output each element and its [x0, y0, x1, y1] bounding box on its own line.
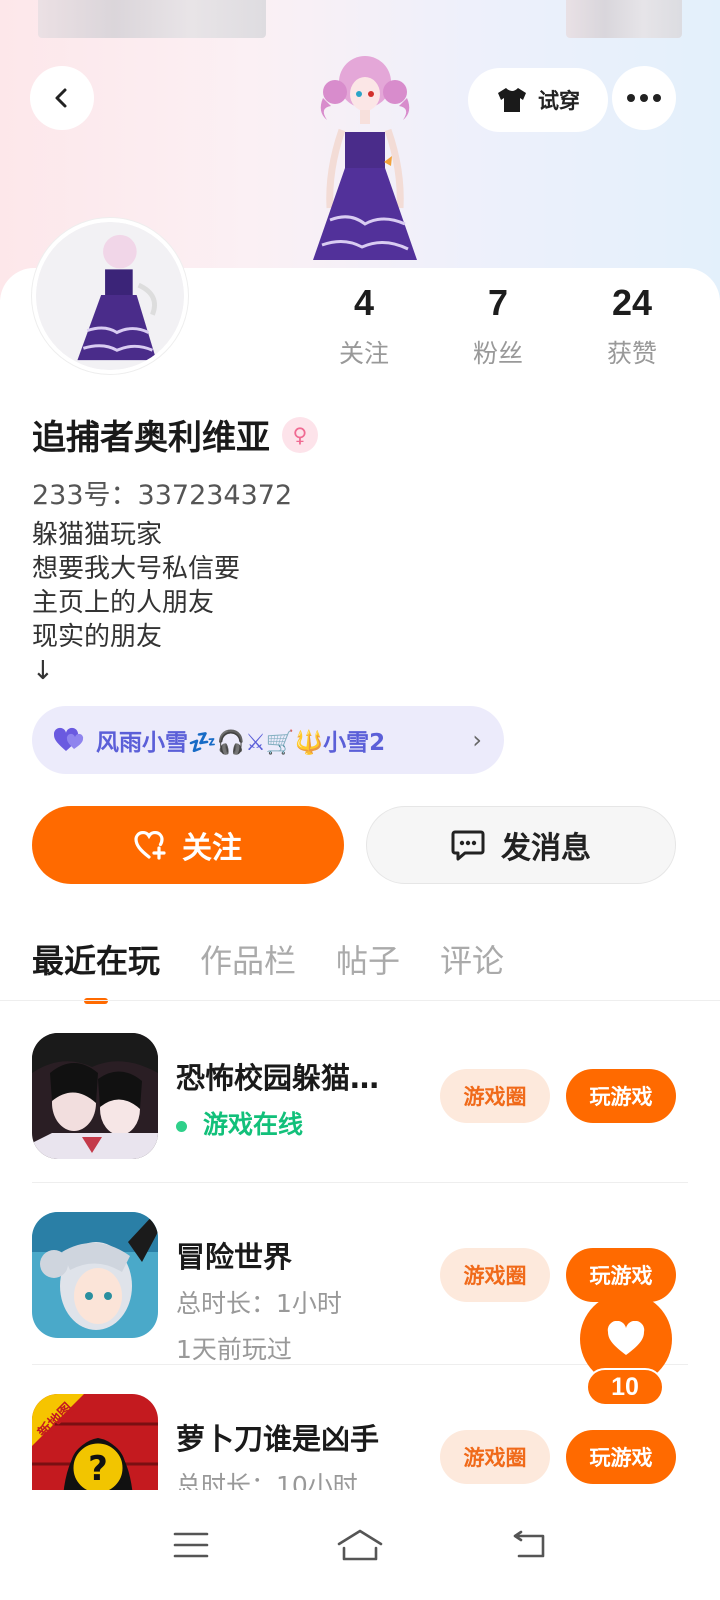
stat-likes[interactable]: 24 获赞 — [577, 282, 687, 370]
row-divider — [32, 1182, 688, 1183]
play-game-button[interactable]: 玩游戏 — [566, 1069, 676, 1123]
like-count: 10 — [586, 1368, 664, 1406]
stat-following-value: 4 — [353, 282, 375, 323]
message-label: 发消息 — [501, 831, 591, 866]
follow-button[interactable]: 关注 — [32, 806, 344, 884]
online-dot-icon — [176, 1120, 187, 1132]
chat-bubble-icon — [451, 830, 485, 861]
system-navbar — [0, 1490, 720, 1600]
stat-likes-value: 24 — [611, 282, 653, 323]
friend-tag-chip[interactable]: 风雨小雪💤🎧⚔🛒🔱小雪2 › — [32, 706, 504, 774]
bio-line: 现实的朋友 — [32, 622, 163, 652]
tab-works[interactable]: 作品栏 — [200, 936, 296, 982]
game-duration: 总时长：1小时 — [176, 1289, 342, 1318]
name-row: 追捕者奥利维亚 ♀ — [32, 410, 318, 459]
avatar-image — [36, 222, 184, 370]
stat-following[interactable]: 4 关注 — [309, 282, 419, 370]
tab-comments[interactable]: 评论 — [440, 936, 504, 982]
menu-icon[interactable] — [173, 1531, 209, 1559]
game-icon — [32, 1033, 158, 1159]
stat-followers-value: 7 — [487, 282, 509, 323]
friend-tag-label: 风雨小雪💤🎧⚔🛒🔱小雪2 — [96, 730, 386, 756]
chevron-left-icon — [55, 88, 67, 108]
game-circle-button[interactable]: 游戏圈 — [440, 1248, 550, 1302]
chevron-right-icon: › — [472, 726, 482, 754]
svg-text:?: ? — [88, 1449, 108, 1489]
stat-likes-label: 获赞 — [606, 339, 657, 368]
follow-label: 关注 — [182, 831, 242, 866]
double-heart-icon — [54, 727, 84, 751]
avatar[interactable] — [32, 218, 188, 374]
bio-line: 主页上的人朋友 — [32, 588, 215, 618]
game-item[interactable]: 恐怖校园躲猫… 游戏在线 游戏圈 玩游戏 — [32, 1033, 688, 1163]
game-title: 恐怖校园躲猫… — [176, 1061, 380, 1095]
try-on-label: 试穿 — [538, 89, 580, 113]
back-icon[interactable] — [511, 1530, 547, 1560]
stat-followers[interactable]: 7 粉丝 — [443, 282, 553, 370]
status-bar-left — [38, 0, 266, 38]
user-id: 233号：337234372 — [32, 480, 293, 511]
tab-recent-playing[interactable]: 最近在玩 — [32, 936, 160, 1004]
status-bar-right — [566, 0, 682, 38]
play-game-button[interactable]: 玩游戏 — [566, 1430, 676, 1484]
game-status: 游戏在线 — [176, 1105, 303, 1141]
game-circle-button[interactable]: 游戏圈 — [440, 1430, 550, 1484]
heart-plus-icon — [134, 830, 166, 860]
tab-divider — [0, 1000, 720, 1001]
more-dots-icon — [627, 94, 661, 102]
bio-line: 躲猫猫玩家 — [32, 520, 163, 550]
bio: 躲猫猫玩家 想要我大号私信要 主页上的人朋友 现实的朋友 ↓ — [32, 518, 240, 688]
try-on-button[interactable]: 试穿 — [468, 68, 608, 132]
heart-icon — [607, 1321, 645, 1355]
tshirt-icon — [498, 88, 526, 112]
game-title: 冒险世界 — [176, 1240, 293, 1274]
avatar-3d-figure[interactable] — [290, 50, 440, 268]
stat-followers-label: 粉丝 — [472, 339, 523, 368]
online-status-text: 游戏在线 — [203, 1110, 304, 1139]
game-last-played: 1天前玩过 — [176, 1335, 292, 1364]
profile-tabs: 最近在玩 作品栏 帖子 评论 — [32, 936, 504, 1004]
home-icon[interactable] — [336, 1528, 384, 1562]
more-button[interactable] — [612, 66, 676, 130]
bio-line: ↓ — [32, 656, 54, 686]
female-icon: ♀ — [282, 416, 318, 453]
message-button[interactable]: 发消息 — [366, 806, 676, 884]
tab-posts[interactable]: 帖子 — [336, 936, 400, 982]
username: 追捕者奥利维亚 — [32, 418, 270, 458]
game-title: 萝卜刀谁是凶手 — [176, 1422, 380, 1456]
back-button[interactable] — [30, 66, 94, 130]
game-circle-button[interactable]: 游戏圈 — [440, 1069, 550, 1123]
game-icon — [32, 1212, 158, 1338]
bio-line: 想要我大号私信要 — [32, 554, 241, 584]
stat-following-label: 关注 — [338, 339, 389, 368]
